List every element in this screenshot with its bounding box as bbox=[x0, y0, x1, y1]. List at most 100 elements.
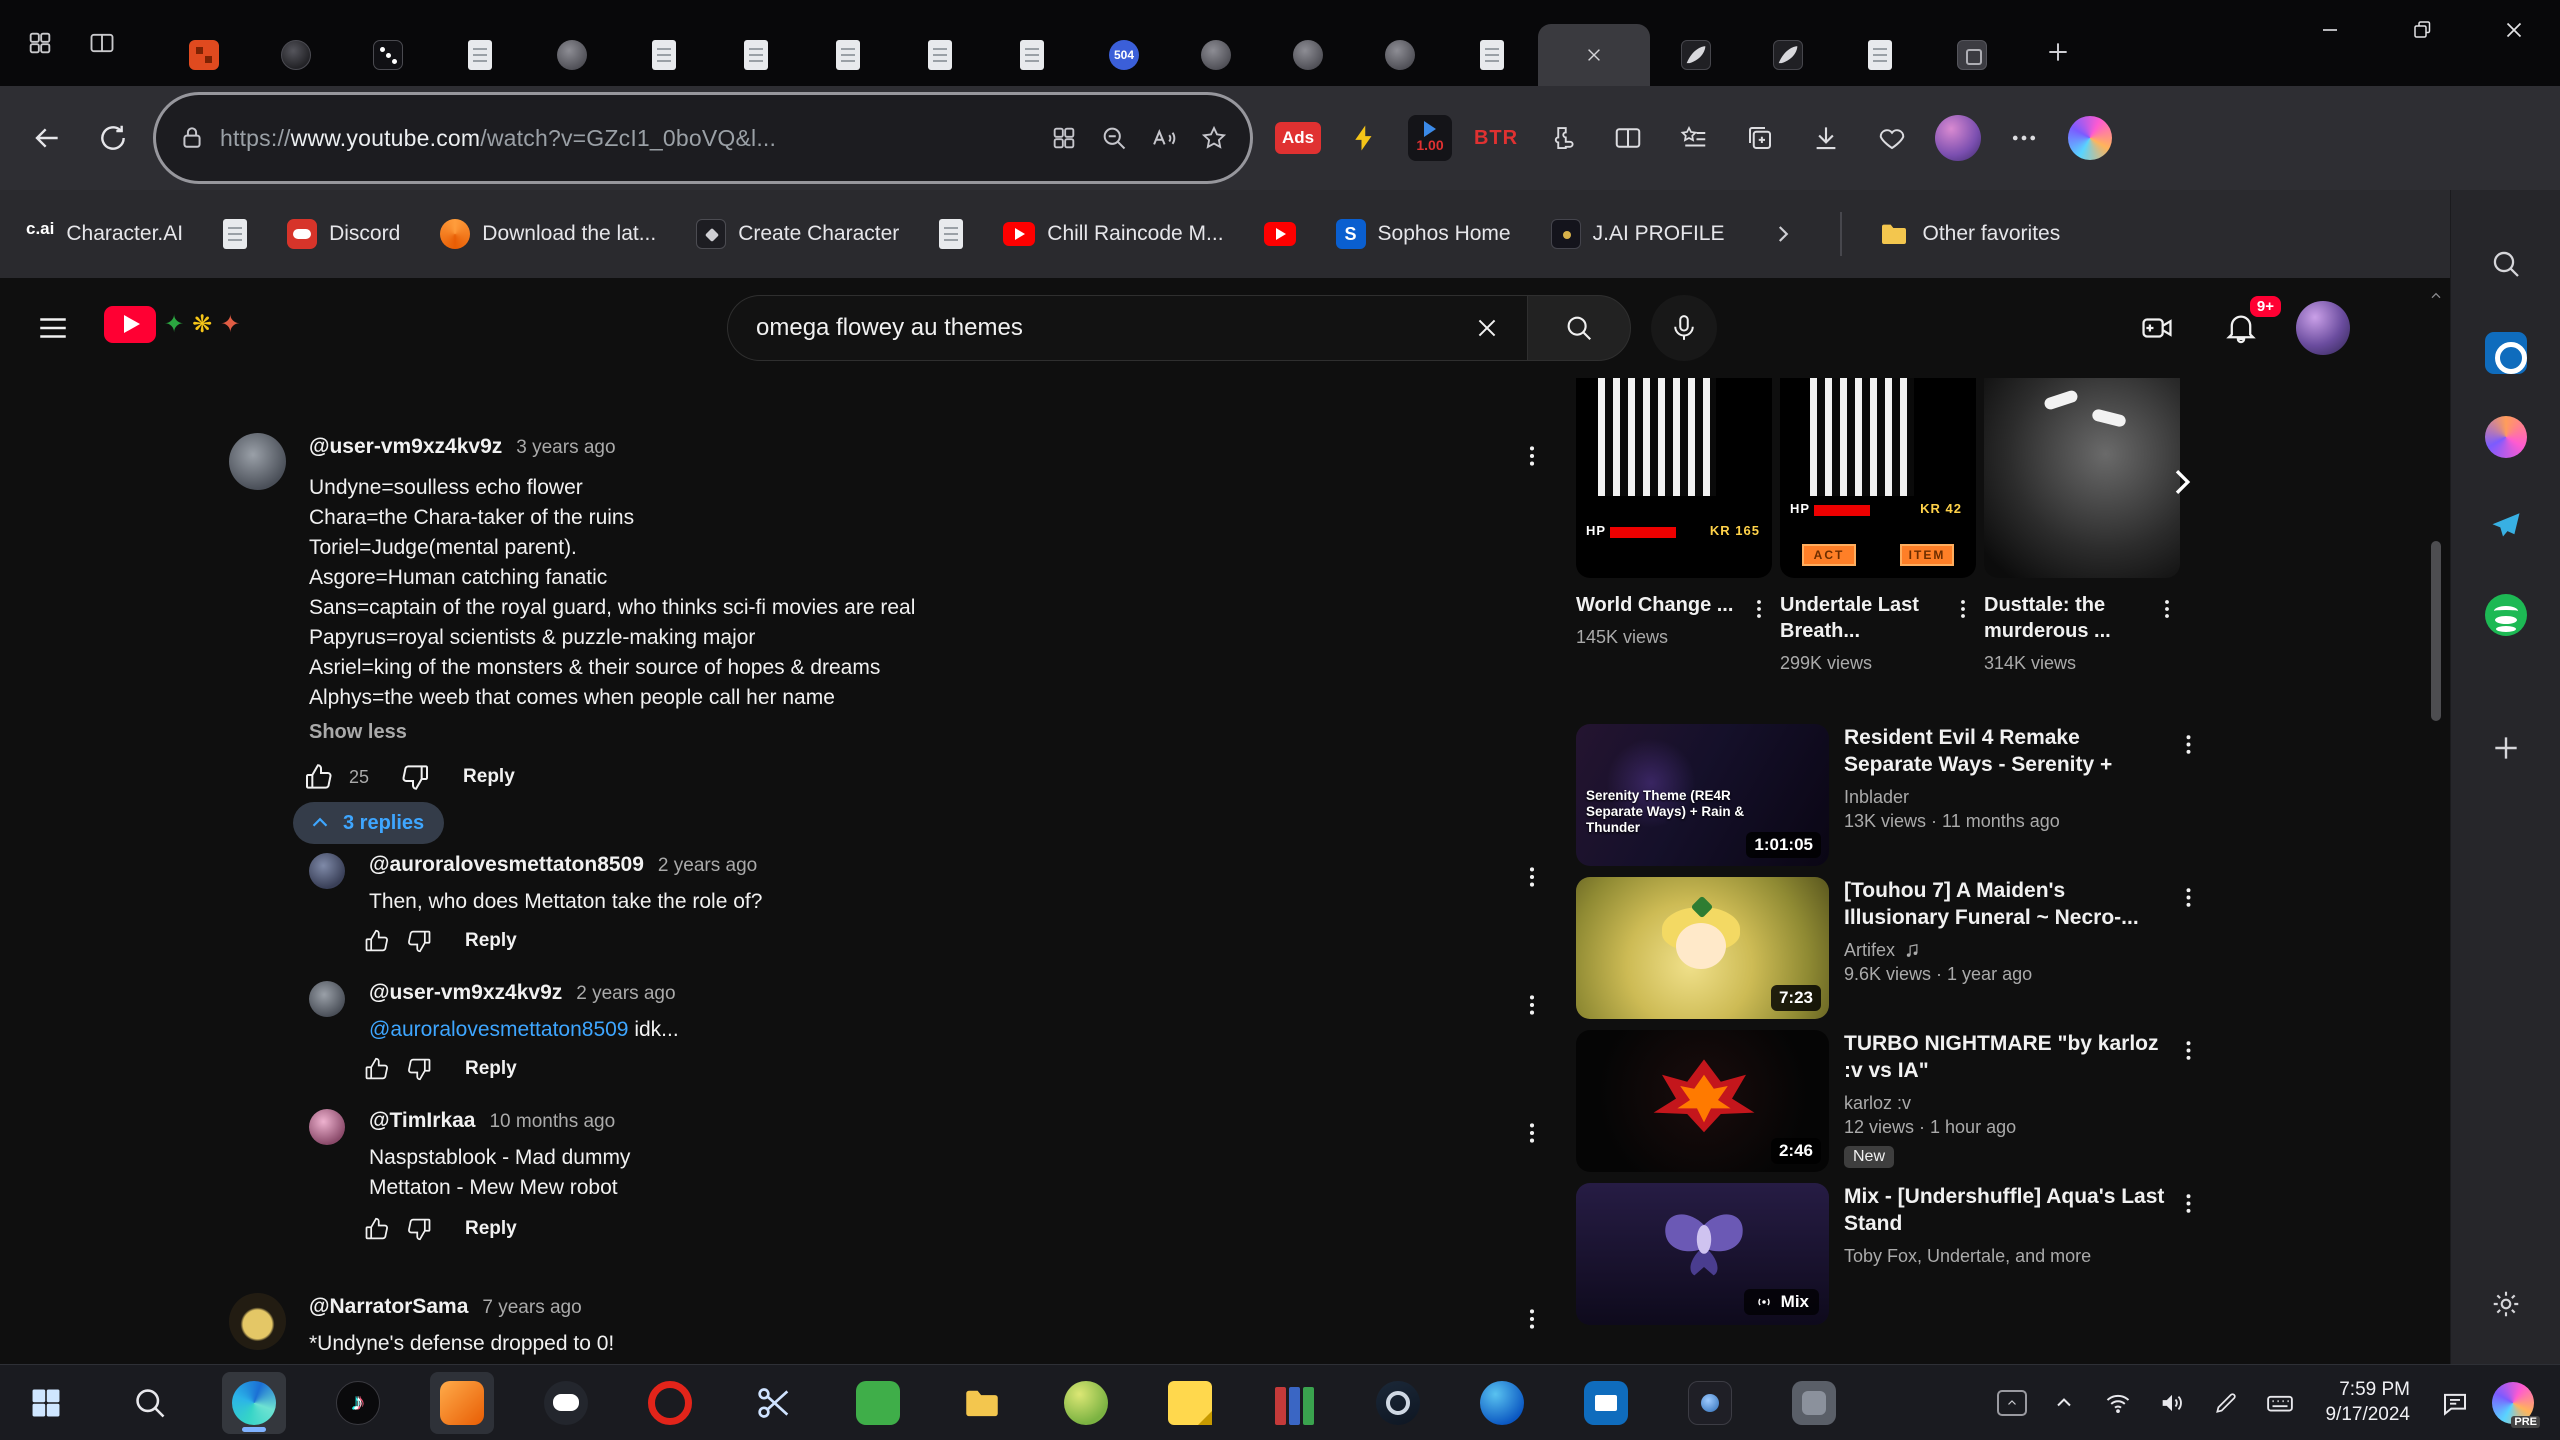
browser-tab[interactable] bbox=[710, 24, 802, 86]
touch-keyboard-icon[interactable] bbox=[2263, 1386, 2297, 1420]
like-icon[interactable] bbox=[363, 927, 391, 955]
carousel-thumbnail[interactable] bbox=[1984, 378, 2180, 578]
comment-options-icon[interactable] bbox=[1512, 1113, 1552, 1153]
telegram-icon[interactable] bbox=[2480, 500, 2532, 552]
browser-tab[interactable] bbox=[1926, 24, 2018, 86]
browser-tab[interactable] bbox=[802, 24, 894, 86]
hamburger-menu-icon[interactable] bbox=[24, 299, 82, 357]
clear-search-icon[interactable] bbox=[1461, 302, 1513, 354]
designer-icon[interactable] bbox=[2485, 416, 2527, 458]
favorites-overflow-icon[interactable] bbox=[1770, 221, 1796, 247]
video-options-icon[interactable] bbox=[2150, 592, 2184, 626]
sidebar-settings-icon[interactable] bbox=[2480, 1278, 2532, 1330]
comment-options-icon[interactable] bbox=[1512, 857, 1552, 897]
search-input[interactable] bbox=[756, 314, 1461, 342]
comment-author[interactable]: @user-vm9xz4kv9z bbox=[309, 435, 502, 459]
replies-toggle[interactable]: 3 replies bbox=[293, 802, 444, 844]
taskbar-discord-icon[interactable] bbox=[534, 1372, 598, 1434]
comment-options-icon[interactable] bbox=[1512, 436, 1552, 476]
reply-author[interactable]: @TimIrkaa bbox=[369, 1109, 475, 1133]
video-thumbnail[interactable]: Serenity Theme (RE4R Separate Ways) + Ra… bbox=[1576, 724, 1829, 866]
reply-button[interactable]: Reply bbox=[465, 930, 517, 952]
reply-button[interactable]: Reply bbox=[465, 1218, 517, 1240]
collections-icon[interactable] bbox=[1734, 112, 1786, 164]
reply-author[interactable]: @auroralovesmettaton8509 bbox=[369, 853, 644, 877]
like-icon[interactable] bbox=[363, 1215, 391, 1243]
settings-more-icon[interactable] bbox=[1998, 112, 2050, 164]
show-less-button[interactable]: Show less bbox=[309, 721, 407, 744]
favorite-jai-profile[interactable]: J.AI PROFILE bbox=[1551, 219, 1725, 249]
taskbar-scissors-app-icon[interactable] bbox=[742, 1372, 806, 1434]
minimize-button[interactable] bbox=[2284, 0, 2376, 60]
extensions-puzzle-icon[interactable] bbox=[1536, 112, 1588, 164]
voice-search-icon[interactable] bbox=[1651, 295, 1717, 361]
browser-tab[interactable] bbox=[1742, 24, 1834, 86]
video-thumbnail[interactable]: 7:23 bbox=[1576, 877, 1829, 1019]
carousel-thumbnail[interactable]: HP KR 42 ACT ITEM bbox=[1780, 378, 1976, 578]
btr-extension-icon[interactable]: BTR bbox=[1470, 112, 1522, 164]
wifi-icon[interactable] bbox=[2101, 1386, 2135, 1420]
video-title[interactable]: World Change ... bbox=[1576, 592, 1742, 618]
ads-extension-icon[interactable]: Ads bbox=[1272, 112, 1324, 164]
video-thumbnail[interactable]: 2:46 bbox=[1576, 1030, 1829, 1172]
browser-tab[interactable] bbox=[1834, 24, 1926, 86]
spotify-icon[interactable] bbox=[2485, 594, 2527, 636]
reply-author[interactable]: @user-vm9xz4kv9z bbox=[369, 981, 562, 1005]
new-tab-button[interactable] bbox=[2030, 24, 2086, 80]
browser-tab[interactable] bbox=[1446, 24, 1538, 86]
video-title[interactable]: Resident Evil 4 Remake Separate Ways - S… bbox=[1844, 724, 2166, 778]
video-options-icon[interactable] bbox=[1742, 592, 1776, 626]
active-tab-youtube[interactable] bbox=[1538, 24, 1650, 86]
browser-tab[interactable] bbox=[1354, 24, 1446, 86]
browser-tab[interactable] bbox=[1262, 24, 1354, 86]
favorite-sophos[interactable]: S Sophos Home bbox=[1336, 219, 1511, 249]
video-title[interactable]: Undertale Last Breath... bbox=[1780, 592, 1946, 644]
restore-button[interactable] bbox=[2376, 0, 2468, 60]
taskbar-steam-icon[interactable] bbox=[1366, 1372, 1430, 1434]
tray-flyout-icon[interactable] bbox=[1997, 1390, 2027, 1416]
reply-button[interactable]: Reply bbox=[465, 1058, 517, 1080]
favorite-document[interactable] bbox=[223, 219, 247, 249]
url-text[interactable]: https://www.youtube.com/watch?v=GZcI1_0b… bbox=[220, 125, 1036, 152]
sidebar-add-icon[interactable] bbox=[2480, 722, 2532, 774]
read-aloud-icon[interactable] bbox=[1150, 124, 1178, 152]
video-list-item[interactable]: 7:23 [Touhou 7] A Maiden's Illusionary F… bbox=[1576, 877, 2200, 1019]
search-button[interactable] bbox=[1527, 295, 1631, 361]
browser-tab[interactable] bbox=[618, 24, 710, 86]
commenter-avatar[interactable] bbox=[229, 433, 286, 490]
workspaces-icon[interactable] bbox=[14, 17, 66, 69]
taskbar-sticky-notes-icon[interactable] bbox=[1158, 1372, 1222, 1434]
outlook-icon[interactable] bbox=[2485, 332, 2527, 374]
create-icon[interactable] bbox=[2128, 299, 2186, 357]
like-icon[interactable] bbox=[363, 1055, 391, 1083]
browser-tab[interactable] bbox=[526, 24, 618, 86]
video-channel[interactable]: Inblader bbox=[1844, 787, 2166, 808]
dislike-icon[interactable] bbox=[399, 761, 431, 793]
video-title[interactable]: TURBO NIGHTMARE "by karloz :v vs IA" bbox=[1844, 1030, 2166, 1084]
browser-tab[interactable] bbox=[1170, 24, 1262, 86]
back-button[interactable] bbox=[18, 109, 76, 167]
taskbar-green-app-icon[interactable] bbox=[846, 1372, 910, 1434]
reply-button[interactable]: Reply bbox=[463, 766, 515, 788]
search-box[interactable] bbox=[727, 295, 1527, 361]
refresh-button[interactable] bbox=[84, 109, 142, 167]
video-channel[interactable]: Toby Fox, Undertale, and more bbox=[1844, 1246, 2166, 1267]
copilot-icon[interactable] bbox=[2064, 112, 2116, 164]
favorite-create-character[interactable]: Create Character bbox=[696, 219, 899, 249]
profile-avatar[interactable] bbox=[1932, 112, 1984, 164]
browser-tab[interactable] bbox=[158, 24, 250, 86]
browser-tab[interactable]: 504 bbox=[1078, 24, 1170, 86]
video-title[interactable]: Mix - [Undershuffle] Aqua's Last Stand bbox=[1844, 1183, 2166, 1237]
dislike-icon[interactable] bbox=[405, 1055, 433, 1083]
carousel-next-icon[interactable] bbox=[2156, 456, 2208, 508]
video-options-icon[interactable] bbox=[1946, 592, 1980, 626]
tab-actions-icon[interactable] bbox=[76, 17, 128, 69]
taskbar-edge-icon[interactable] bbox=[222, 1372, 286, 1434]
taskbar-microsoft-store-icon[interactable] bbox=[1574, 1372, 1638, 1434]
favorite-discord[interactable]: Discord bbox=[287, 219, 400, 249]
browser-tab[interactable] bbox=[1650, 24, 1742, 86]
favorites-icon[interactable] bbox=[1668, 112, 1720, 164]
taskbar-tiktok-icon[interactable]: ♪ bbox=[326, 1372, 390, 1434]
video-options-icon[interactable] bbox=[2170, 879, 2206, 915]
taskbar-search-icon[interactable] bbox=[118, 1372, 182, 1434]
